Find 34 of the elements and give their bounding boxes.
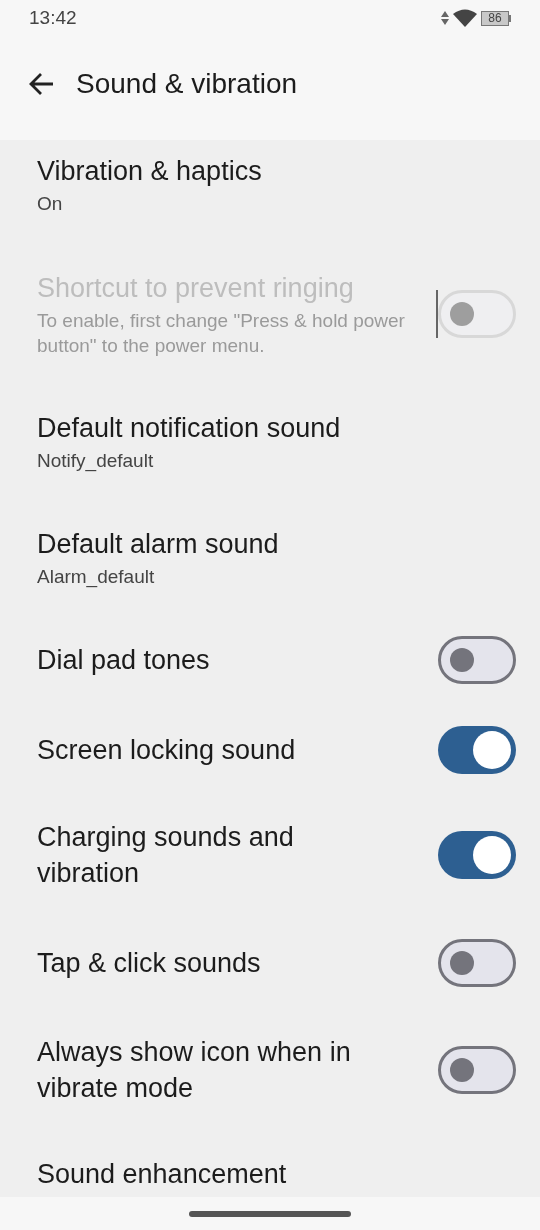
setting-title: Dial pad tones	[37, 644, 211, 677]
status-time: 13:42	[29, 5, 77, 30]
setting-title: Default notification sound	[37, 411, 342, 445]
toggle-switch[interactable]	[438, 636, 516, 684]
setting-row[interactable]: Screen locking sound	[0, 706, 540, 794]
setting-row[interactable]: Always show icon when in vibrate mode	[0, 1010, 540, 1130]
setting-title: Sound enhancement	[37, 1158, 288, 1191]
data-arrows-icon	[441, 11, 449, 25]
setting-row[interactable]: Default alarm sound Alarm_default	[0, 500, 540, 614]
toggle-switch[interactable]	[438, 726, 516, 774]
toggle-switch[interactable]	[438, 831, 516, 879]
back-arrow-icon[interactable]	[28, 72, 54, 96]
setting-row[interactable]: Tap & click sounds	[0, 916, 540, 1010]
setting-title: Always show icon when in vibrate mode	[37, 1036, 352, 1105]
setting-title: Screen locking sound	[37, 734, 297, 767]
page-title: Sound & vibration	[76, 67, 298, 101]
setting-summary: Alarm_default	[37, 564, 156, 589]
setting-title: Default alarm sound	[37, 527, 280, 561]
setting-summary: On	[37, 191, 64, 216]
setting-row[interactable]: Vibration & haptics On	[0, 140, 540, 246]
setting-title: Tap & click sounds	[37, 947, 262, 980]
home-indicator[interactable]	[189, 1210, 351, 1217]
setting-row[interactable]: Charging sounds and vibration	[0, 794, 540, 916]
battery-icon: 86	[481, 10, 511, 26]
setting-title: Charging sounds and vibration	[37, 821, 295, 890]
toggle-switch[interactable]	[438, 939, 516, 987]
setting-summary: To enable, first change "Press & hold power button" to the power menu.	[37, 309, 405, 358]
setting-summary: Notify_default	[37, 448, 155, 473]
toggle-switch[interactable]	[438, 1046, 516, 1094]
setting-row[interactable]: Default notification sound Notify_default	[0, 382, 540, 500]
wifi-icon	[453, 9, 477, 27]
setting-row[interactable]: Dial pad tones	[0, 614, 540, 706]
setting-title: Vibration & haptics	[37, 154, 263, 188]
setting-row[interactable]: Sound enhancement	[0, 1130, 540, 1196]
